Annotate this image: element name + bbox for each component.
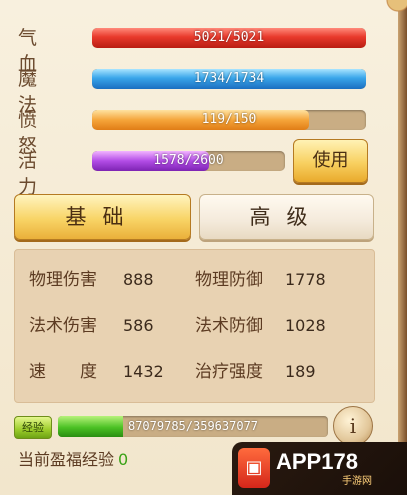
blessing-exp-value: 0 [118, 450, 129, 469]
exp-badge: 经验 [14, 416, 52, 439]
attribute-panel: 物理伤害 888 物理防御 1778 法术伤害 586 法术防御 1028 速 … [14, 249, 375, 403]
tab-basic[interactable]: 基础 [14, 194, 191, 240]
attr-value-speed: 1432 [123, 362, 164, 381]
attr-name-speed: 速 度 [29, 362, 97, 382]
attr-value-physical-damage: 888 [123, 270, 154, 289]
site-watermark: ▣ APP178 手游网 [232, 442, 407, 495]
attr-value-physical-defense: 1778 [285, 270, 326, 289]
mp-bar: 1734/1734 [92, 69, 366, 89]
stat-label: 魔法 [18, 68, 54, 116]
rage-bar: 119/150 [92, 110, 366, 130]
rage-value: 119/150 [201, 112, 257, 127]
attr-name-physical-damage: 物理伤害 [29, 270, 97, 290]
mp-value: 1734/1734 [193, 71, 265, 86]
exp-value: 87079785/359637077 [127, 419, 259, 433]
hp-value: 5021/5021 [193, 30, 265, 45]
stat-label: 活力 [18, 150, 54, 198]
hp-bar: 5021/5021 [92, 28, 366, 48]
attr-value-healing-power: 189 [285, 362, 316, 381]
exp-bar: 87079785/359637077 [58, 416, 328, 437]
panel-edge-strip [398, 0, 407, 495]
watermark-subtext: 手游网 [342, 476, 372, 487]
tab-advanced[interactable]: 高级 [199, 194, 374, 240]
vitality-value: 1578/2600 [153, 153, 224, 168]
attr-name-healing-power: 治疗强度 [195, 362, 263, 382]
watermark-logo-icon: ▣ [238, 448, 270, 488]
attr-value-magic-damage: 586 [123, 316, 154, 335]
stat-label: 愤怒 [18, 109, 54, 157]
info-icon[interactable]: i [333, 406, 373, 446]
use-button[interactable]: 使用 [293, 139, 368, 183]
corner-ornament [377, 0, 407, 14]
vitality-bar: 1578/2600 [92, 151, 285, 171]
stat-row-hp: 气血 5021/5021 [0, 25, 370, 75]
attr-name-magic-defense: 法术防御 [195, 316, 263, 336]
attr-name-physical-defense: 物理防御 [195, 270, 263, 290]
blessing-exp: 当前盈福经验 0 [18, 448, 128, 472]
attr-value-magic-defense: 1028 [285, 316, 326, 335]
blessing-exp-label: 当前盈福经验 [18, 450, 115, 469]
watermark-text: APP178 [276, 449, 358, 474]
attr-name-magic-damage: 法术伤害 [29, 316, 97, 336]
stat-row-mp: 魔法 1734/1734 [0, 66, 370, 116]
stat-row-rage: 愤怒 119/150 [0, 107, 370, 157]
stat-label: 气血 [18, 27, 54, 75]
